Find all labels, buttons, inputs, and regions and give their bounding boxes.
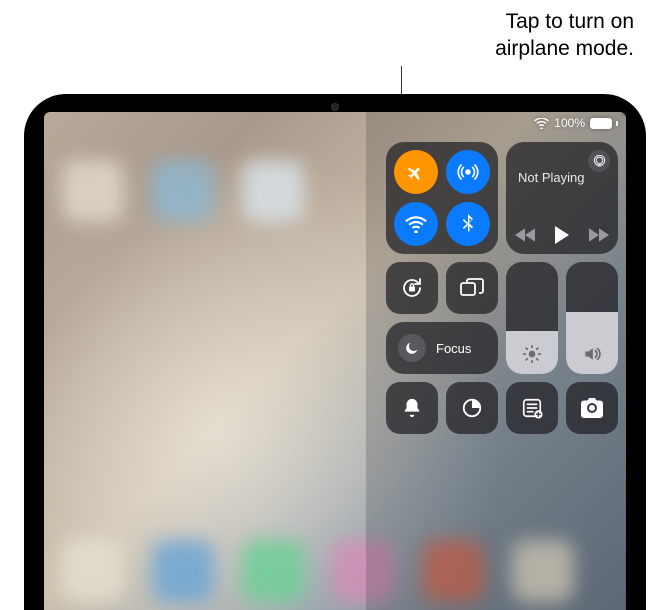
focus-button[interactable]: Focus [386,322,498,374]
wifi-button[interactable] [394,202,438,246]
rewind-button[interactable] [515,228,535,242]
screen-mirroring-icon [459,277,485,299]
camera-button[interactable] [566,382,618,434]
callout-text: Tap to turn on airplane mode. [495,8,634,63]
focus-label: Focus [436,341,471,356]
airplane-icon [406,162,426,182]
quick-note-button[interactable] [506,382,558,434]
battery-percentage: 100% [554,116,585,130]
play-button[interactable] [554,226,570,244]
brightness-icon [506,344,558,364]
fast-forward-button[interactable] [589,228,609,242]
brightness-slider[interactable] [506,262,558,374]
airplay-button[interactable] [588,150,610,172]
status-bar: 100% [534,116,618,130]
battery-icon [590,118,612,129]
airdrop-button[interactable] [446,150,490,194]
callout-line2: airplane mode. [495,35,634,62]
screen-mirroring-button[interactable] [446,262,498,314]
bluetooth-button[interactable] [446,202,490,246]
media-panel[interactable]: Not Playing [506,142,618,254]
timer-button[interactable] [446,382,498,434]
airplane-mode-button[interactable] [394,150,438,194]
control-center: Not Playing [384,142,618,434]
wallpaper-apps-row [62,160,304,222]
media-controls [506,226,618,244]
callout-line1: Tap to turn on [495,8,634,35]
volume-slider[interactable] [566,262,618,374]
rotation-lock-button[interactable] [386,262,438,314]
bluetooth-icon [462,214,474,234]
focus-moon-icon [398,334,426,362]
silent-mode-button[interactable] [386,382,438,434]
connectivity-panel [386,142,498,254]
media-title: Not Playing [518,170,608,185]
note-icon [521,397,543,419]
airplay-icon [593,155,606,168]
ipad-device-frame: 100% [24,94,646,610]
wifi-icon [405,215,427,233]
airdrop-icon [457,161,479,183]
rotation-lock-icon [399,275,425,301]
ipad-screen: 100% [44,112,626,610]
volume-icon [566,344,618,364]
wifi-status-icon [534,118,549,129]
bell-icon [402,397,422,419]
timer-icon [461,397,483,419]
camera-icon [580,398,604,418]
front-camera [331,103,339,111]
